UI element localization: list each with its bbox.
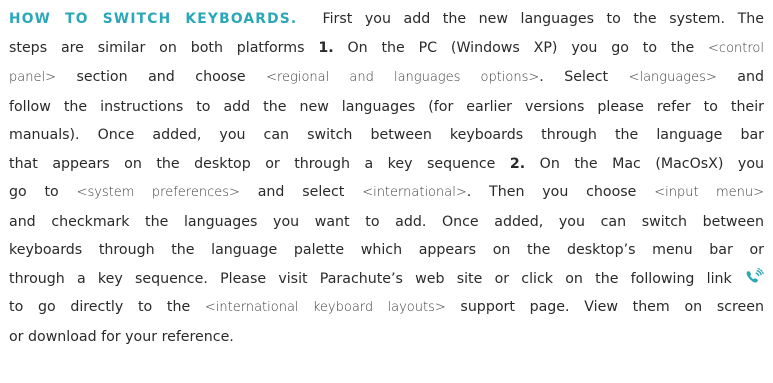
menu-path-international: <international> xyxy=(362,185,467,200)
paragraph-line-7: go to <system preferences> and select <i… xyxy=(9,178,764,208)
menu-path-languages: <languages> xyxy=(628,70,717,85)
text-run: First you add the new languages to the s… xyxy=(322,11,764,27)
paragraph-line-2: steps are similar on both platforms 1. O… xyxy=(9,34,764,64)
paragraph-line-8: and checkmark the languages you want to … xyxy=(9,208,764,237)
text-run: . Then you choose xyxy=(466,184,655,200)
text-run: steps are similar on both platforms xyxy=(9,39,319,56)
step-number-2: 2. xyxy=(509,155,526,172)
text-run: follow the instructions to add the new l… xyxy=(9,98,764,115)
paragraph-line-6: that appears on the desktop or through a… xyxy=(9,150,764,179)
step-number-1: 1. xyxy=(318,39,334,56)
menu-path-control-panel: <control xyxy=(708,40,764,56)
text-run: support page. View them on screen xyxy=(445,299,764,315)
text-run: go to xyxy=(9,184,77,200)
text-run: and xyxy=(716,69,764,85)
text-run: and checkmark the languages you want to … xyxy=(9,213,764,230)
text-run: manuals). Once added, you can switch bet… xyxy=(9,127,764,143)
paragraph-line-12: or download for your reference. xyxy=(9,323,764,352)
text-run: that appears on the desktop or through a… xyxy=(9,155,510,172)
paragraph-line-11: to go directly to the <international key… xyxy=(9,293,764,323)
menu-path-regional-options: <regional and languages options> xyxy=(266,70,540,85)
menu-path-system-preferences: <system preferences> xyxy=(76,185,240,200)
menu-path-control-panel-cont: panel> xyxy=(9,70,56,85)
section-heading: HOW TO SWITCH KEYBOARDS. xyxy=(9,11,298,27)
menu-path-input-menu: <input menu> xyxy=(654,185,765,200)
instruction-paragraph: HOW TO SWITCH KEYBOARDS. First you add t… xyxy=(9,5,764,351)
text-run: or download for your reference. xyxy=(9,328,234,345)
text-run: keyboards through the language palette w… xyxy=(9,242,764,258)
paragraph-line-10: through a key sequence. Please visit Par… xyxy=(9,265,764,294)
menu-path-keyboard-layouts: <international keyboard layouts> xyxy=(204,300,446,315)
text-run: through a key sequence. Please visit Par… xyxy=(9,270,744,287)
text-run: section and choose xyxy=(55,69,267,85)
paragraph-line-9: keyboards through the language palette w… xyxy=(9,236,764,265)
text-run: and select xyxy=(239,184,363,200)
paragraph-line-3: panel> section and choose <regional and … xyxy=(9,63,764,93)
text-run: On the Mac (MacOsX) you xyxy=(525,155,764,172)
text-run: . Select xyxy=(539,69,629,85)
text-run: On the PC (Windows XP) you go to the xyxy=(333,39,709,56)
phone-link-icon[interactable] xyxy=(744,267,764,286)
text-run: to go directly to the xyxy=(9,299,205,315)
paragraph-line-4: follow the instructions to add the new l… xyxy=(9,93,764,122)
paragraph-line-1: HOW TO SWITCH KEYBOARDS. First you add t… xyxy=(9,5,764,34)
paragraph-line-5: manuals). Once added, you can switch bet… xyxy=(9,121,764,150)
